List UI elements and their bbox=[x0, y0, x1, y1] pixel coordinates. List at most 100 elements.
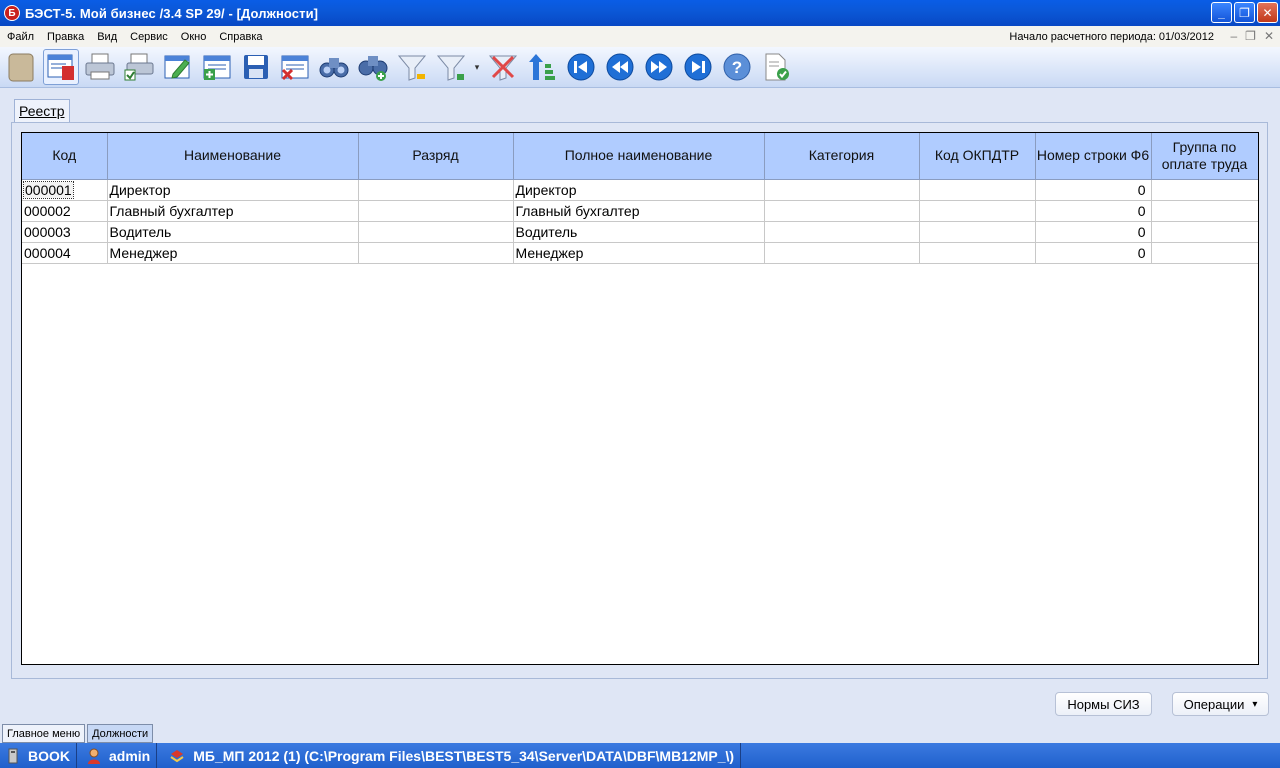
menu-view[interactable]: Вид bbox=[91, 31, 123, 43]
window-tabs: Главное меню Должности bbox=[0, 722, 1280, 743]
print-button[interactable] bbox=[82, 49, 118, 85]
save-icon bbox=[244, 55, 268, 79]
window-title: БЭСТ-5. Мой бизнес /3.4 SP 29/ - [Должно… bbox=[25, 5, 319, 21]
cell-full-name[interactable]: Менеджер bbox=[513, 242, 765, 264]
previous-record-button[interactable] bbox=[602, 49, 638, 85]
column-header-name[interactable]: Наименование bbox=[107, 133, 359, 180]
print-preview-button[interactable] bbox=[121, 49, 157, 85]
tab-registry-label: Реестр bbox=[19, 103, 65, 119]
registry-panel: Код Наименование Разряд Полное наименова… bbox=[11, 122, 1268, 679]
app-icon: Б bbox=[4, 5, 20, 21]
find-next-icon bbox=[358, 56, 388, 81]
save-button[interactable] bbox=[238, 49, 274, 85]
cell-okpdtr[interactable] bbox=[919, 200, 1036, 222]
cell-name[interactable]: Главный бухгалтер bbox=[107, 200, 359, 222]
add-record-button[interactable] bbox=[199, 49, 235, 85]
cell-f6-line[interactable]: 0 bbox=[1035, 221, 1152, 243]
cell-pay-group[interactable] bbox=[1151, 221, 1258, 243]
table-row[interactable]: 000002 Главный бухгалтер Главный бухгалт… bbox=[22, 200, 1258, 222]
period-start-label: Начало расчетного периода: 01/03/2012 bbox=[1009, 30, 1214, 43]
filter-button[interactable] bbox=[394, 49, 430, 85]
siz-norms-button[interactable]: Нормы СИЗ bbox=[1055, 692, 1152, 716]
column-header-code[interactable]: Код bbox=[22, 133, 108, 180]
mdi-minimize-button[interactable]: ‒ bbox=[1230, 29, 1237, 43]
cell-code[interactable]: 000003 bbox=[22, 221, 108, 243]
registry-icon bbox=[47, 54, 74, 80]
cell-okpdtr[interactable] bbox=[919, 242, 1036, 264]
toolbar: ▾ ? bbox=[0, 47, 1280, 88]
status-user: admin bbox=[77, 743, 158, 768]
cell-code[interactable]: 000001 bbox=[22, 179, 108, 201]
cell-full-name[interactable]: Главный бухгалтер bbox=[513, 200, 765, 222]
registry-button[interactable] bbox=[43, 49, 79, 85]
maximize-button[interactable]: ❐ bbox=[1234, 2, 1255, 23]
table-row[interactable]: 000003 Водитель Водитель 0 bbox=[22, 221, 1258, 243]
table-row[interactable]: 000004 Менеджер Менеджер 0 bbox=[22, 242, 1258, 264]
close-button[interactable]: ✕ bbox=[1257, 2, 1278, 23]
cell-category[interactable] bbox=[764, 200, 920, 222]
cell-pay-group[interactable] bbox=[1151, 242, 1258, 264]
cell-full-name[interactable]: Водитель bbox=[513, 221, 765, 243]
clear-filter-button[interactable] bbox=[485, 49, 521, 85]
operations-label: Операции bbox=[1183, 696, 1245, 712]
cell-grade[interactable] bbox=[358, 221, 514, 243]
filter-dropdown-button[interactable] bbox=[433, 49, 469, 85]
cell-name[interactable]: Менеджер bbox=[107, 242, 359, 264]
menu-file[interactable]: Файл bbox=[1, 31, 40, 43]
menu-help[interactable]: Справка bbox=[213, 31, 268, 43]
filter-dropdown-arrow[interactable]: ▾ bbox=[472, 62, 482, 73]
print-icon bbox=[85, 53, 115, 80]
content-area: Реестр Код Наименование Разряд Полное на… bbox=[0, 88, 1280, 722]
cell-okpdtr[interactable] bbox=[919, 221, 1036, 243]
column-header-full-name[interactable]: Полное наименование bbox=[513, 133, 765, 180]
column-header-grade[interactable]: Разряд bbox=[358, 133, 514, 180]
clear-filter-icon bbox=[488, 55, 518, 81]
window-tab-main-menu[interactable]: Главное меню bbox=[2, 724, 86, 743]
mdi-close-button[interactable]: ✕ bbox=[1264, 29, 1274, 43]
cell-full-name[interactable]: Директор bbox=[513, 179, 765, 201]
cell-code[interactable]: 000004 bbox=[22, 242, 108, 264]
window-tab-positions[interactable]: Должности bbox=[87, 724, 154, 743]
first-record-icon bbox=[567, 53, 595, 81]
export-button[interactable] bbox=[758, 49, 794, 85]
menu-window[interactable]: Окно bbox=[175, 31, 213, 43]
find-next-button[interactable] bbox=[355, 49, 391, 85]
menu-service[interactable]: Сервис bbox=[124, 31, 174, 43]
cell-grade[interactable] bbox=[358, 179, 514, 201]
cell-pay-group[interactable] bbox=[1151, 179, 1258, 201]
column-header-category[interactable]: Категория bbox=[764, 133, 920, 180]
cell-okpdtr[interactable] bbox=[919, 179, 1036, 201]
delete-record-button[interactable] bbox=[277, 49, 313, 85]
first-record-button[interactable] bbox=[563, 49, 599, 85]
cell-pay-group[interactable] bbox=[1151, 200, 1258, 222]
cell-category[interactable] bbox=[764, 242, 920, 264]
edit-button[interactable] bbox=[160, 49, 196, 85]
next-record-button[interactable] bbox=[641, 49, 677, 85]
cell-grade[interactable] bbox=[358, 242, 514, 264]
help-button[interactable]: ? bbox=[719, 49, 755, 85]
column-header-okpdtr[interactable]: Код ОКПДТР bbox=[919, 133, 1036, 180]
column-header-pay-group[interactable]: Группа по оплате труда bbox=[1151, 133, 1258, 180]
table-row[interactable]: 000001 Директор Директор 0 bbox=[22, 179, 1258, 201]
cell-name[interactable]: Водитель bbox=[107, 221, 359, 243]
last-record-button[interactable] bbox=[680, 49, 716, 85]
positions-grid[interactable]: Код Наименование Разряд Полное наименова… bbox=[21, 132, 1259, 665]
cell-f6-line[interactable]: 0 bbox=[1035, 242, 1152, 264]
cell-f6-line[interactable]: 0 bbox=[1035, 200, 1152, 222]
cell-code[interactable]: 000002 bbox=[22, 200, 108, 222]
find-button[interactable] bbox=[316, 49, 352, 85]
cell-category[interactable] bbox=[764, 179, 920, 201]
book-button[interactable] bbox=[4, 49, 40, 85]
minimize-button[interactable]: _ bbox=[1211, 2, 1232, 23]
cell-category[interactable] bbox=[764, 221, 920, 243]
mdi-restore-button[interactable]: ❐ bbox=[1245, 29, 1256, 43]
sort-button[interactable] bbox=[524, 49, 560, 85]
cell-name[interactable]: Директор bbox=[107, 179, 359, 201]
tab-registry[interactable]: Реестр bbox=[14, 99, 70, 122]
cell-f6-line[interactable]: 0 bbox=[1035, 179, 1152, 201]
computer-icon bbox=[8, 748, 18, 763]
column-header-f6-line[interactable]: Номер строки Ф6 bbox=[1035, 133, 1152, 180]
cell-grade[interactable] bbox=[358, 200, 514, 222]
menu-edit[interactable]: Правка bbox=[41, 31, 90, 43]
operations-button[interactable]: Операции ▾ bbox=[1172, 692, 1269, 716]
